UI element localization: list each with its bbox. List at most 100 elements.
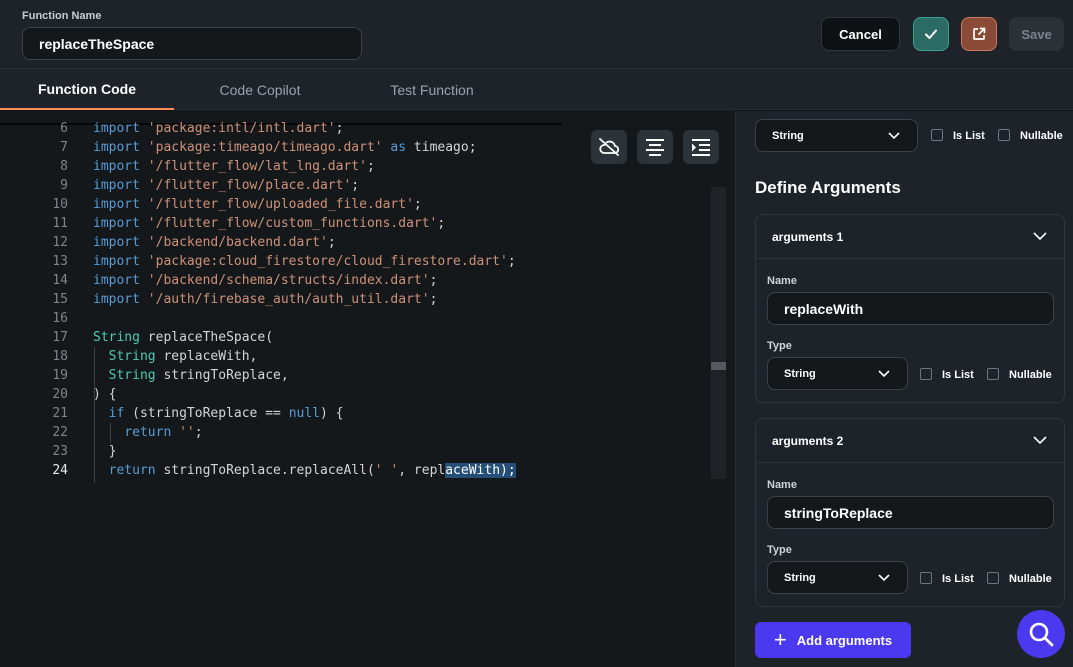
- line-number: 8: [60, 159, 68, 174]
- argument-type-value: String: [784, 571, 816, 584]
- editor-scrollbar-thumb[interactable]: [711, 362, 726, 370]
- line-number: 13: [52, 254, 68, 269]
- line-number: 23: [52, 444, 68, 459]
- tab-bar: Function Code Code Copilot Test Function: [0, 68, 1073, 110]
- argument-name-input[interactable]: [767, 496, 1054, 529]
- define-arguments-heading: Define Arguments: [755, 178, 901, 197]
- line-number: 7: [60, 140, 68, 155]
- code-text: }: [93, 444, 117, 459]
- argument-type-label: Type: [767, 340, 792, 352]
- line-number: 16: [52, 311, 68, 326]
- argument-nullable-checkbox[interactable]: [987, 572, 999, 584]
- return-is-list-label: Is List: [953, 130, 985, 142]
- line-number: 11: [52, 216, 68, 231]
- code-text: return stringToReplace.replaceAll(' ', r…: [108, 463, 516, 478]
- align-center-icon: [646, 139, 664, 156]
- argument-nullable-label: Nullable: [1009, 573, 1052, 585]
- indent-guide: [94, 347, 95, 483]
- line-number: 9: [60, 178, 68, 193]
- chevron-down-icon: [878, 573, 890, 581]
- chevron-down-icon: [1033, 436, 1047, 445]
- code-text: import 'package:intl/intl.dart';: [93, 121, 344, 136]
- open-external-button[interactable]: [961, 17, 997, 51]
- line-number: 17: [52, 330, 68, 345]
- line-number: 22: [52, 425, 68, 440]
- return-type-value: String: [772, 129, 804, 142]
- confirm-button[interactable]: [913, 17, 949, 51]
- code-text: String replaceWith,: [108, 349, 258, 364]
- chevron-down-icon: [1033, 232, 1047, 241]
- line-number: 19: [52, 368, 68, 383]
- external-link-icon: [973, 27, 986, 40]
- code-text: import '/flutter_flow/custom_functions.d…: [93, 216, 446, 231]
- code-text: String replaceTheSpace(: [93, 330, 274, 345]
- indent-icon: [692, 139, 710, 156]
- argument-nullable-checkbox[interactable]: [987, 368, 999, 380]
- argument-card-2: arguments 2 Name Type String Is List Nul…: [755, 418, 1065, 607]
- argument-name-label: Name: [767, 275, 797, 287]
- cloud-off-button[interactable]: [591, 130, 627, 164]
- line-number: 24: [52, 463, 68, 478]
- function-name-label: Function Name: [22, 10, 102, 22]
- line-number: 20: [52, 387, 68, 402]
- save-button[interactable]: Save: [1009, 17, 1064, 51]
- search-icon: [1029, 622, 1054, 647]
- return-is-list-checkbox[interactable]: [931, 129, 943, 141]
- argument-type-value: String: [784, 367, 816, 380]
- code-text: if (stringToReplace == null) {: [108, 406, 344, 421]
- line-number: 6: [60, 121, 68, 136]
- header-bar: Function Name Cancel Save: [0, 0, 1073, 68]
- editor-scrollbar[interactable]: [711, 187, 726, 479]
- function-name-input[interactable]: [22, 27, 362, 60]
- argument-nullable-label: Nullable: [1009, 369, 1052, 381]
- line-number: 14: [52, 273, 68, 288]
- argument-type-select[interactable]: String: [767, 357, 908, 390]
- argument-name-input[interactable]: [767, 292, 1054, 325]
- indent-button[interactable]: [683, 130, 719, 164]
- chevron-down-icon: [888, 131, 900, 139]
- argument-is-list-checkbox[interactable]: [920, 368, 932, 380]
- line-number: 10: [52, 197, 68, 212]
- tab-function-code[interactable]: Function Code: [0, 69, 174, 110]
- argument-title: arguments 1: [772, 230, 844, 244]
- argument-card-1: arguments 1 Name Type String Is List Nul…: [755, 214, 1065, 403]
- code-text: import 'package:cloud_firestore/cloud_fi…: [93, 254, 516, 269]
- code-text: import '/auth/firebase_auth/auth_util.da…: [93, 292, 438, 307]
- add-arguments-button[interactable]: + Add arguments: [755, 622, 911, 658]
- argument-type-label: Type: [767, 544, 792, 556]
- code-text: import '/flutter_flow/lat_lng.dart';: [93, 159, 375, 174]
- format-code-button[interactable]: [637, 130, 673, 164]
- argument-is-list-checkbox[interactable]: [920, 572, 932, 584]
- argument-is-list-label: Is List: [942, 369, 974, 381]
- return-nullable-label: Nullable: [1020, 130, 1063, 142]
- return-nullable-checkbox[interactable]: [998, 129, 1010, 141]
- argument-name-label: Name: [767, 479, 797, 491]
- tab-code-copilot[interactable]: Code Copilot: [174, 69, 346, 110]
- code-text: import '/backend/backend.dart';: [93, 235, 336, 250]
- plus-icon: +: [773, 627, 787, 652]
- chevron-down-icon: [878, 369, 890, 377]
- cancel-button[interactable]: Cancel: [821, 17, 900, 51]
- code-text: import '/flutter_flow/uploaded_file.dart…: [93, 197, 422, 212]
- check-icon: [925, 29, 937, 39]
- argument-type-select[interactable]: String: [767, 561, 908, 594]
- return-type-select[interactable]: String: [755, 119, 918, 152]
- code-text: import '/backend/schema/structs/index.da…: [93, 273, 438, 288]
- argument-title: arguments 2: [772, 434, 844, 448]
- line-number: 18: [52, 349, 68, 364]
- code-text: ) {: [93, 387, 117, 402]
- line-number: 15: [52, 292, 68, 307]
- argument-card-header[interactable]: arguments 1: [756, 215, 1064, 259]
- argument-card-header[interactable]: arguments 2: [756, 419, 1064, 463]
- search-fab-button[interactable]: [1017, 610, 1065, 658]
- code-text: import 'package:timeago/timeago.dart' as…: [93, 140, 477, 155]
- code-text: import '/flutter_flow/place.dart';: [93, 178, 360, 193]
- line-number: 12: [52, 235, 68, 250]
- tab-test-function[interactable]: Test Function: [346, 69, 518, 110]
- indent-guide: [110, 423, 111, 443]
- argument-is-list-label: Is List: [942, 573, 974, 585]
- add-arguments-label: Add arguments: [796, 632, 893, 648]
- code-text: String stringToReplace,: [108, 368, 289, 383]
- cloud-off-icon: [599, 138, 620, 156]
- line-number: 21: [52, 406, 68, 421]
